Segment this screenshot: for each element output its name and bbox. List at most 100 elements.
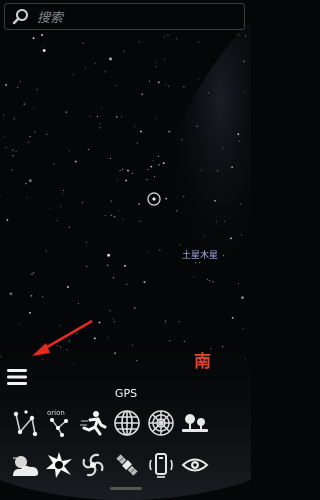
star (124, 265, 126, 267)
star (30, 294, 33, 297)
galaxy-button[interactable] (76, 445, 110, 485)
star (84, 68, 86, 70)
star (139, 220, 141, 222)
gps-label[interactable]: GPS (108, 387, 144, 400)
star (33, 107, 35, 109)
star (68, 226, 70, 228)
star (96, 115, 98, 117)
star (107, 253, 110, 257)
star (239, 140, 241, 142)
star (147, 169, 149, 171)
star (167, 34, 169, 36)
star (138, 41, 140, 43)
star (231, 317, 234, 319)
deep-sky-button[interactable] (76, 403, 110, 443)
star (82, 42, 84, 44)
star (193, 276, 195, 278)
star (34, 131, 36, 133)
star-burst-button[interactable] (42, 445, 76, 485)
star (165, 197, 168, 200)
star (214, 199, 216, 202)
search-icon[interactable] (11, 7, 31, 27)
star (243, 60, 246, 63)
star (53, 163, 55, 165)
star (94, 63, 96, 65)
constellation-names-button[interactable]: orion (42, 403, 76, 443)
star (109, 158, 111, 159)
star (176, 210, 178, 212)
star (109, 57, 112, 61)
atmosphere-icon (13, 456, 39, 476)
night-mode-button[interactable] (178, 445, 212, 485)
star (122, 218, 124, 220)
star (240, 234, 242, 236)
star (31, 273, 33, 276)
star (222, 147, 224, 149)
star (168, 130, 171, 133)
galaxy-icon (82, 453, 104, 477)
star (20, 81, 21, 82)
star (156, 62, 158, 63)
star (46, 133, 48, 135)
star (198, 41, 200, 43)
star (17, 86, 19, 88)
planet-label[interactable]: 土星木星 (182, 248, 218, 261)
constellation-lines-button[interactable] (8, 403, 42, 443)
atmosphere-button[interactable] (8, 445, 42, 485)
star (132, 172, 134, 174)
star (5, 84, 7, 86)
star (9, 292, 13, 296)
star (49, 207, 51, 209)
star (107, 337, 109, 339)
star (199, 262, 201, 263)
star (60, 205, 62, 207)
menu-icon[interactable] (6, 367, 28, 387)
star (146, 251, 148, 253)
star (33, 272, 35, 274)
star (93, 337, 96, 340)
star (183, 86, 185, 88)
star (32, 37, 35, 40)
star (133, 307, 136, 309)
star (68, 149, 70, 151)
search-placeholder[interactable]: 搜索 (37, 7, 63, 26)
star (195, 262, 197, 264)
star (150, 165, 153, 168)
star (59, 346, 61, 348)
star (165, 320, 167, 322)
landscape-button[interactable] (178, 403, 212, 443)
star (77, 303, 79, 305)
star (217, 170, 219, 172)
star (76, 333, 78, 334)
satellite-button[interactable] (110, 445, 144, 485)
search-bar[interactable]: 搜索 (4, 3, 245, 30)
star (155, 117, 157, 119)
star (212, 281, 214, 283)
home-indicator[interactable] (110, 487, 142, 490)
star (89, 116, 91, 118)
sensor-mode-button[interactable] (144, 445, 178, 485)
star (241, 296, 244, 299)
star (61, 192, 63, 194)
star (242, 328, 244, 330)
star (164, 321, 166, 323)
star (115, 116, 118, 118)
star (159, 249, 161, 251)
star (157, 155, 159, 157)
star-burst-icon (46, 452, 72, 478)
equatorial-grid-button[interactable] (110, 403, 144, 443)
star (206, 278, 208, 280)
star (36, 88, 38, 90)
star (183, 195, 185, 197)
landscape-icon (182, 414, 208, 432)
star (230, 237, 232, 240)
star (99, 127, 101, 129)
star (42, 49, 46, 52)
eye-icon (181, 458, 209, 472)
azimuthal-grid-button[interactable] (144, 403, 178, 443)
star (143, 281, 146, 283)
star (126, 283, 128, 285)
star (201, 169, 202, 171)
star (28, 179, 32, 183)
star (27, 141, 29, 143)
